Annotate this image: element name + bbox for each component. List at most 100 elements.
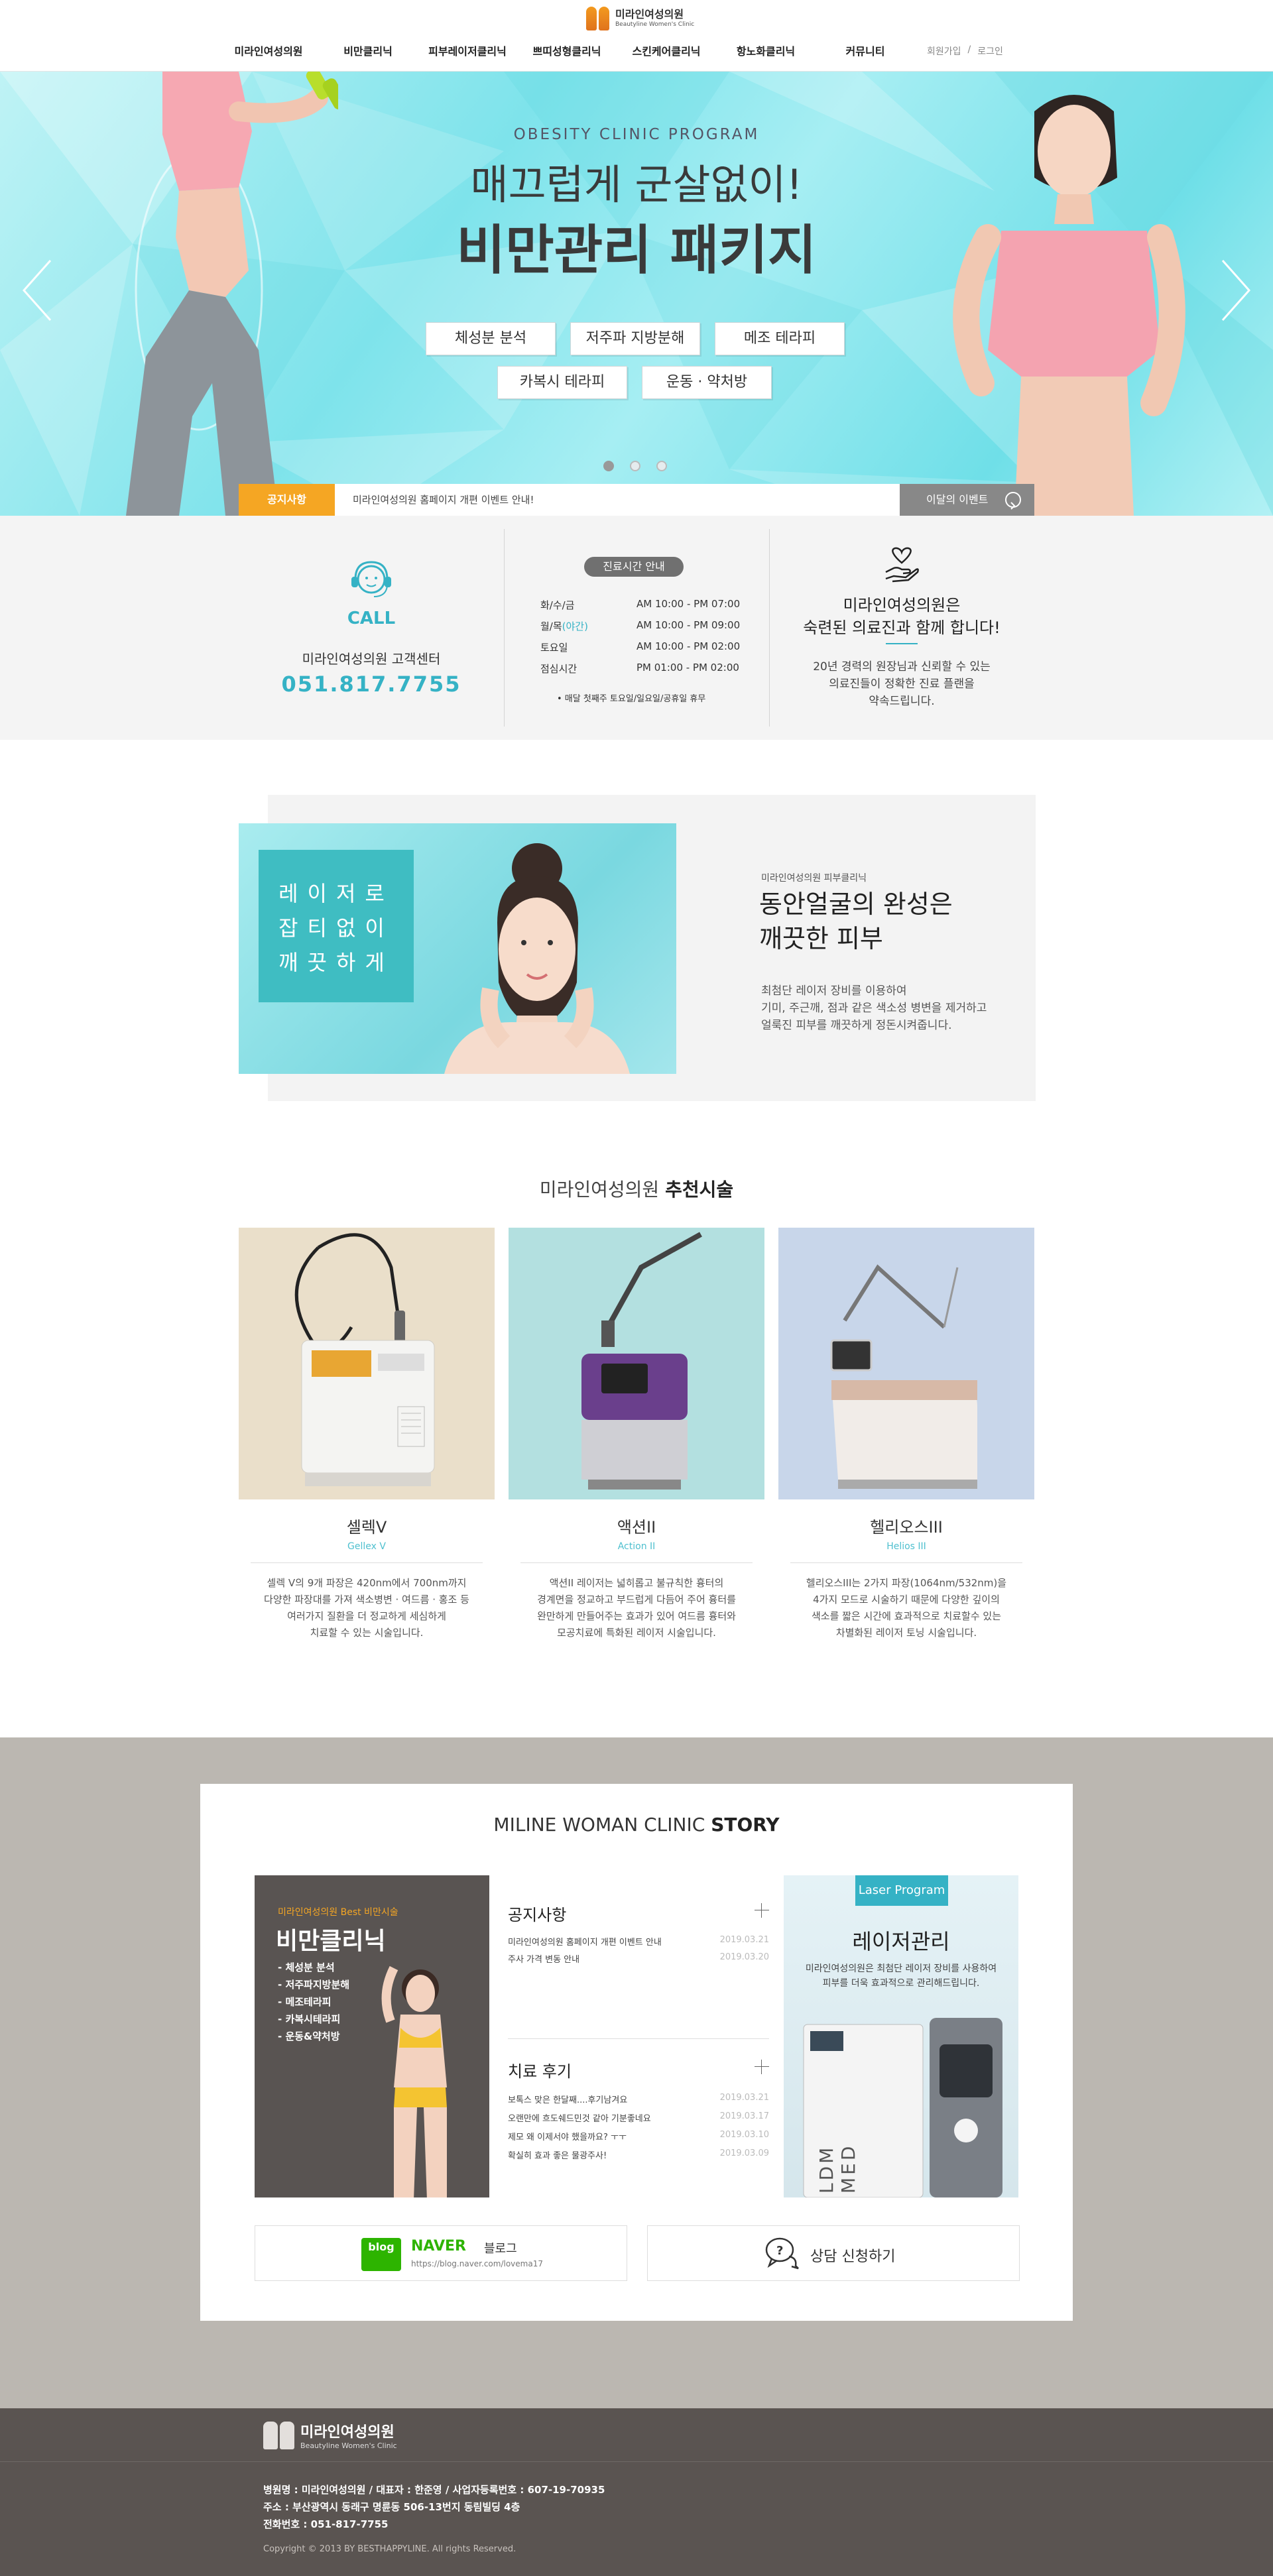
feature-box-line: 레이저로 [278,881,394,906]
hours-day: 토요일 [540,642,568,654]
speech-bubble-icon: ? [765,2237,799,2270]
diet-eyebrow: 미라인여성의원 Best 비만시술 [278,1907,398,1918]
recommend-card[interactable]: 헬리오스III Helios III 헬리오스III는 2가지 파장(1064n… [778,1228,1034,1641]
notice-text[interactable]: 미라인여성의원 홈페이지 개편 이벤트 안내! [353,484,534,516]
hours-note: • 매달 첫째주 토요일/일요일/공휴일 휴무 [557,694,706,704]
hero-eyebrow: OBESITY CLINIC PROGRAM [513,126,760,143]
feature-image[interactable]: 레이저로 잡티없이 깨끗하게 [239,823,676,1074]
feature-desc-line: 얼룩진 피부를 깨끗하게 정돈시켜줍니다. [761,1019,952,1032]
naver-blog-button[interactable]: blog NAVER 블로그 https://blog.naver.com/lo… [255,2225,627,2281]
util-separator: / [967,44,971,55]
feature-model-image [444,843,630,1074]
feature-box-line: 깨끗하게 [278,950,394,975]
footer: 미라인여성의원 Beautyline Women's Clinic 병원명 : … [0,2408,1273,2576]
nav-item-clinic[interactable]: 미라인여성의원 [219,42,318,58]
monthly-event-button[interactable]: 이달의 이벤트 [900,484,1034,516]
hero-prev-arrow-icon[interactable] [17,257,57,323]
recommend-card[interactable]: 셀렉V Gellex V 셀렉 V의 9개 파장은 420nm에서 700nm까… [239,1228,495,1641]
device-desc: 헬리오스III는 2가지 파장(1064nm/532nm)을 4가지 모드로 시… [778,1575,1034,1641]
hero-next-arrow-icon[interactable] [1216,257,1256,323]
intro-desc-line: 20년 경력의 원장님과 신뢰할 수 있는 [813,660,991,673]
nav-item-obesity[interactable]: 비만클리닉 [318,42,418,58]
feature-title: 동안얼굴의 완성은 깨끗한 피부 [759,887,953,956]
list-item-date: 2019.03.10 [719,2130,769,2140]
list-item[interactable]: 미라인여성의원 홈페이지 개편 이벤트 안내 2019.03.21 [508,1935,769,1950]
footer-logo-sub: Beautyline Women's Clinic [300,2441,397,2450]
footer-address: 주소 : 부산광역시 동래구 명륜동 506-13번지 동림빌딩 4층 [263,2501,520,2513]
slide-dot-2[interactable] [630,461,640,471]
hours-day: 화/수/금 [540,599,575,611]
list-item-date: 2019.03.21 [719,1935,769,1945]
logo-mark-icon [586,7,610,30]
device-desc-line: 완만하게 만들어주는 효과가 있어 여드름 흉터와 [537,1610,736,1622]
device-en-name: Helios III [886,1541,926,1552]
nav-item-skin-laser[interactable]: 피부레이저클리닉 [418,42,517,58]
list-item[interactable]: 제모 왜 이제서야 했을까요? ㅜㅜ 2019.03.10 [508,2130,769,2144]
diet-clinic-banner[interactable]: 미라인여성의원 Best 비만시술 비만클리닉 - 체성분 분석 - 저주파지방… [255,1875,489,2197]
nav-item-antiaging[interactable]: 항노화클리닉 [716,42,816,58]
story-title: MILINE WOMAN CLINIC STORY [200,1814,1073,1836]
nav-item-petit[interactable]: 쁘띠성형클리닉 [517,42,617,58]
laser-tag: Laser Program [855,1875,948,1906]
recommend-title-light: 미라인여성의원 [539,1179,660,1200]
list-item[interactable]: 주사 가격 변동 안내 2019.03.20 [508,1952,769,1967]
hours-time: AM 10:00 - PM 07:00 [636,598,741,610]
hours-time: PM 01:00 - PM 02:00 [636,662,739,673]
device-name: 액션II [617,1518,656,1537]
device-desc-line: 경계면을 정교하고 부드럽게 다듬어 주어 흉터를 [537,1594,736,1606]
list-item[interactable]: 보톡스 맞은 한달째....후기남겨요 2019.03.21 [508,2093,769,2107]
svg-text:?: ? [776,2244,783,2258]
login-link[interactable]: 로그인 [977,44,1003,58]
list-item-title: 보톡스 맞은 한달째....후기남겨요 [508,2095,628,2105]
clinic-intro: 미라인여성의원은 숙련된 의료진과 함께 합니다! 20년 경력의 원장님과 신… [769,516,1034,740]
notice-board-title: 공지사항 [508,1906,567,1924]
notice-bar: 공지사항 미라인여성의원 홈페이지 개편 이벤트 안내! 이달의 이벤트 [239,484,1034,516]
laser-program-banner[interactable]: Laser Program 레이저관리 미라인여성의원은 최첨단 레이저 장비를… [784,1875,1018,2197]
call-center: CALL 미라인여성의원 고객센터 051.817.7755 [239,516,504,740]
device-desc-line: 여러가지 질환을 더 정교하게 세심하게 [287,1610,446,1622]
nav-item-community[interactable]: 커뮤니티 [816,42,915,58]
hours-day: 월/목 [540,620,562,632]
slide-dot-1[interactable] [603,461,614,471]
consult-button[interactable]: ? 상담 신청하기 [647,2225,1020,2281]
diet-list-item: - 메조테라피 [278,1996,332,2008]
device-desc: 셀렉 V의 9개 파장은 420nm에서 700nm까지 다양한 파장대를 가져… [239,1575,495,1641]
call-word: CALL [347,609,396,628]
logo-sub: Beautyline Women's Clinic [615,21,695,28]
plus-icon[interactable] [755,1903,769,1918]
hero-btn-low-frequency[interactable]: 저주파 지방분해 [570,322,700,355]
site-logo[interactable]: 미라인여성의원 Beautyline Women's Clinic [586,7,694,30]
hero-btn-body-composition[interactable]: 체성분 분석 [426,322,556,355]
list-item[interactable]: 확실히 효과 좋은 물광주사! 2019.03.09 [508,2148,769,2163]
hours-day-highlight: (야간) [562,620,588,632]
device-name: 셀렉V [346,1518,387,1537]
laser-desc: 미라인여성의원은 최첨단 레이저 장비를 사용하여 피부를 더욱 효과적으로 관… [784,1961,1018,1991]
device-desc-line: 다양한 파장대를 가져 색소병변 · 여드름 · 홍조 등 [264,1594,469,1606]
hours-row: 월/목(야간) AM 10:00 - PM 09:00 [540,619,746,634]
join-link[interactable]: 회원가입 [927,44,961,58]
list-item-date: 2019.03.20 [719,1952,769,1962]
info-section: CALL 미라인여성의원 고객센터 051.817.7755 진료시간 안내 화… [0,516,1273,740]
divider [790,1562,1022,1563]
list-item-date: 2019.03.21 [719,2093,769,2103]
recommend-card[interactable]: 액션II Action II 액션II 레이저는 넓히롭고 불규칙한 흉터의 경… [509,1228,764,1641]
slide-dot-3[interactable] [656,461,667,471]
divider [520,1562,753,1563]
hero-btn-meso-therapy[interactable]: 메조 테라피 [715,322,845,355]
hours-row: 토요일 AM 10:00 - PM 02:00 [540,640,746,655]
list-item[interactable]: 오랜만에 흐도쉐드민것 같아 기분좋네요 2019.03.17 [508,2111,769,2126]
hero-btn-carboxy-therapy[interactable]: 카복시 테라피 [497,366,627,399]
device-desc-line: 셀렉 V의 9개 파장은 420nm에서 700nm까지 [267,1577,467,1589]
footer-phone: 전화번호 : 051-817-7755 [263,2518,389,2530]
hours-day: 점심시간 [540,663,577,675]
hero-btn-exercise-medication[interactable]: 운동 · 약처방 [642,366,772,399]
story-title-light: MILINE WOMAN CLINIC [493,1814,705,1836]
device-desc-line: 액션II 레이저는 넓히롭고 불규칙한 흉터의 [549,1577,724,1589]
nav-item-skincare[interactable]: 스킨케어클리닉 [617,42,716,58]
consult-label: 상담 신청하기 [810,2249,896,2265]
footer-copyright: Copyright © 2013 BY BESTHAPPYLINE. All r… [263,2544,516,2554]
call-number[interactable]: 051.817.7755 [239,672,504,697]
diet-title: 비만클리닉 [276,1928,386,1955]
divider [886,643,918,644]
plus-icon[interactable] [755,2060,769,2074]
